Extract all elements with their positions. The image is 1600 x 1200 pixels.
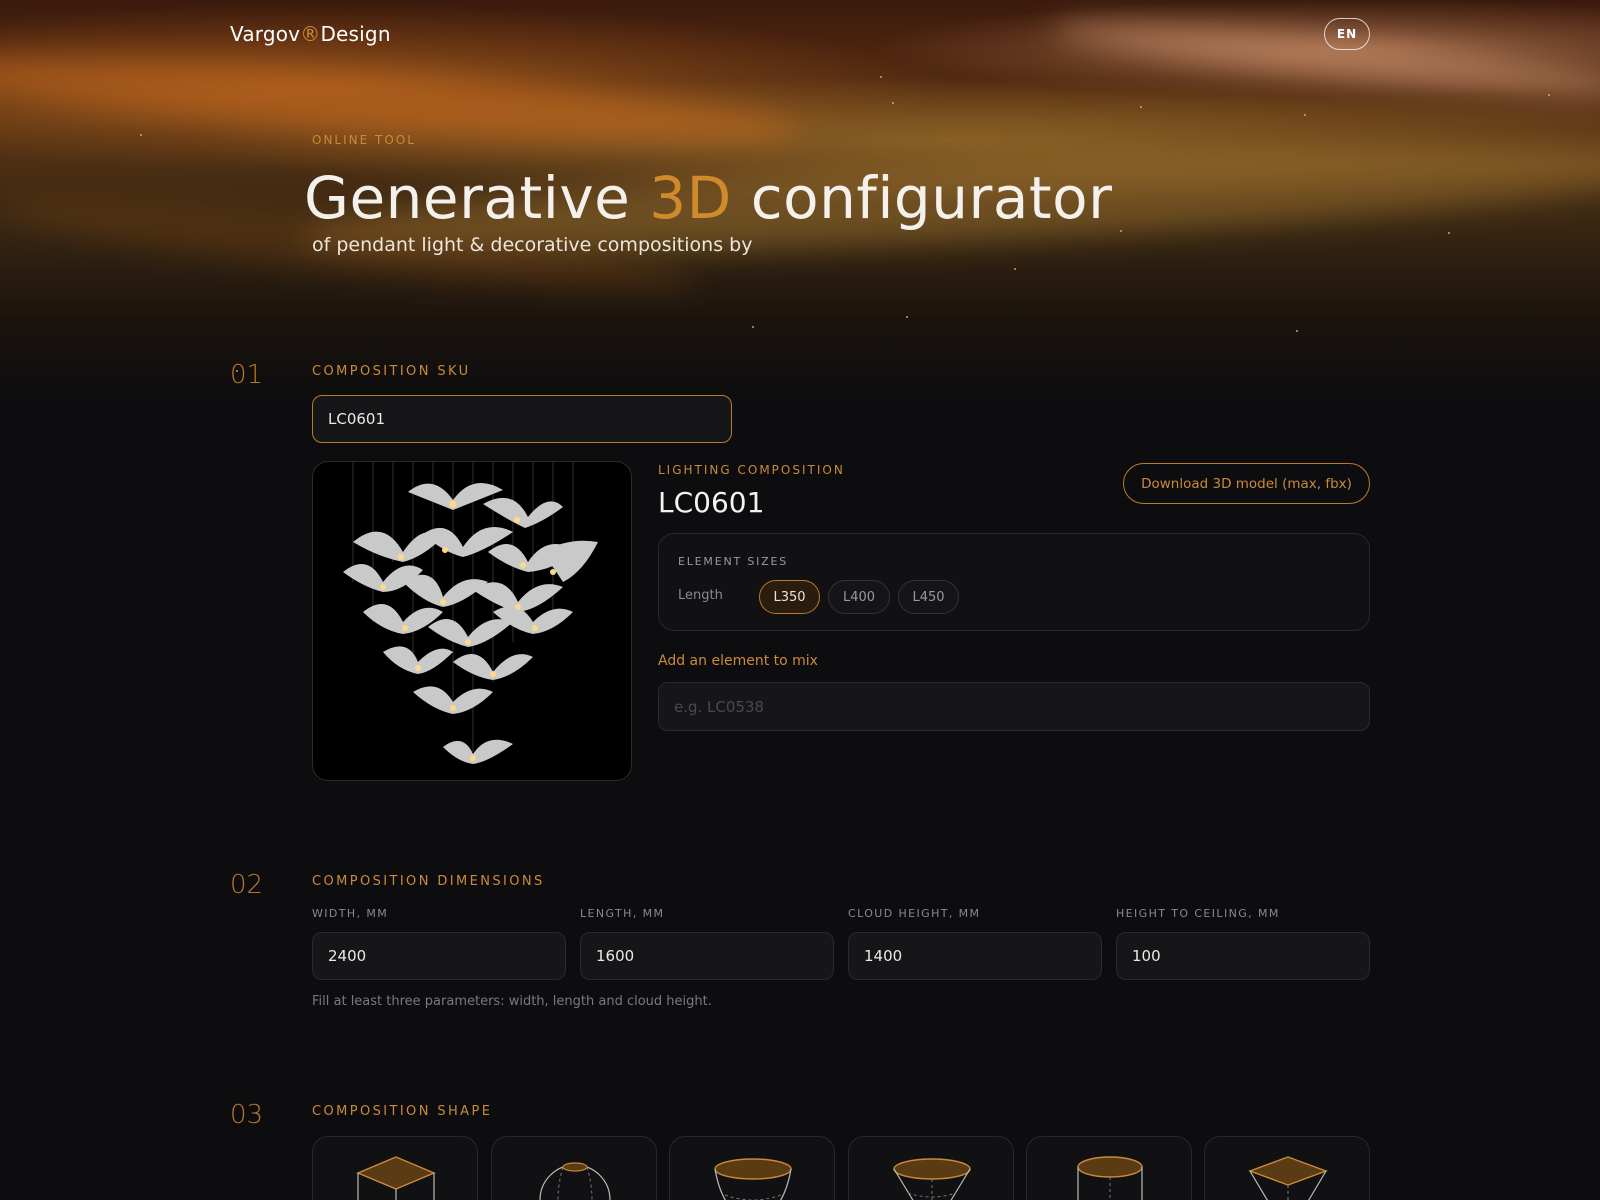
height-to-ceiling-label: HEIGHT TO CEILING, MM (1116, 907, 1280, 920)
element-sizes-label: ELEMENT SIZES (678, 555, 789, 568)
size-option-l350[interactable]: L350 (759, 580, 820, 614)
download-3d-model-button[interactable]: Download 3D model (max, fbx) (1123, 463, 1370, 504)
hero-subtitle: of pendant light & decorative compositio… (312, 234, 753, 256)
cube-icon (356, 1156, 436, 1200)
step-number-3: 03 (230, 1100, 264, 1130)
sku-input[interactable]: LC0601 (312, 395, 732, 443)
brand-logo[interactable]: Vargov®Design (230, 22, 391, 46)
length-mm-label: LENGTH, MM (580, 907, 665, 920)
step-number-2: 02 (230, 870, 264, 900)
page-title: Generative 3D configurator (304, 164, 1112, 232)
shape-option-cube[interactable] (312, 1136, 478, 1200)
shape-option-sphere[interactable] (491, 1136, 657, 1200)
title-accent: 3D (649, 164, 732, 232)
dimensions-hint: Fill at least three parameters: width, l… (312, 994, 712, 1009)
title-part-1: Generative (304, 164, 650, 232)
shape-option-cylinder[interactable] (1026, 1136, 1192, 1200)
mix-element-input[interactable]: e.g. LC0538 (658, 682, 1370, 731)
pyramid-icon (1248, 1156, 1328, 1200)
shape-option-bowl[interactable] (669, 1136, 835, 1200)
shape-option-cone[interactable] (848, 1136, 1014, 1200)
cloud-height-input[interactable]: 1400 (848, 932, 1102, 980)
sphere-icon (539, 1162, 611, 1200)
section-label-sku: COMPOSITION SKU (312, 364, 471, 379)
composition-name: LC0601 (658, 486, 765, 519)
length-label: Length (678, 588, 723, 603)
lighting-composition-label: LIGHTING COMPOSITION (658, 463, 845, 477)
add-element-label: Add an element to mix (658, 653, 818, 669)
size-option-l450[interactable]: L450 (898, 580, 959, 614)
title-part-2: configurator (731, 164, 1113, 232)
birds-chandelier-illustration (343, 462, 598, 764)
section-label-shape: COMPOSITION SHAPE (312, 1104, 493, 1119)
height-to-ceiling-input[interactable]: 100 (1116, 932, 1370, 980)
width-label: WIDTH, MM (312, 907, 389, 920)
language-switch-button[interactable]: EN (1324, 18, 1370, 50)
section-label-dimensions: COMPOSITION DIMENSIONS (312, 874, 545, 889)
bowl-icon (714, 1158, 792, 1200)
brand-suffix: Design (320, 22, 391, 46)
length-input[interactable]: 1600 (580, 932, 834, 980)
cylinder-icon (1077, 1156, 1143, 1200)
size-option-l400[interactable]: L400 (828, 580, 890, 614)
cloud-height-label: CLOUD HEIGHT, MM (848, 907, 981, 920)
composition-preview-image (312, 461, 632, 781)
brand-prefix: Vargov (230, 22, 301, 46)
step-number-1: 01 (230, 360, 264, 390)
hero-eyebrow: ONLINE TOOL (312, 133, 416, 147)
cone-icon (893, 1158, 971, 1200)
registered-mark: ® (300, 22, 321, 46)
width-input[interactable]: 2400 (312, 932, 566, 980)
shape-option-pyramid[interactable] (1204, 1136, 1370, 1200)
element-sizes-card (658, 533, 1370, 631)
